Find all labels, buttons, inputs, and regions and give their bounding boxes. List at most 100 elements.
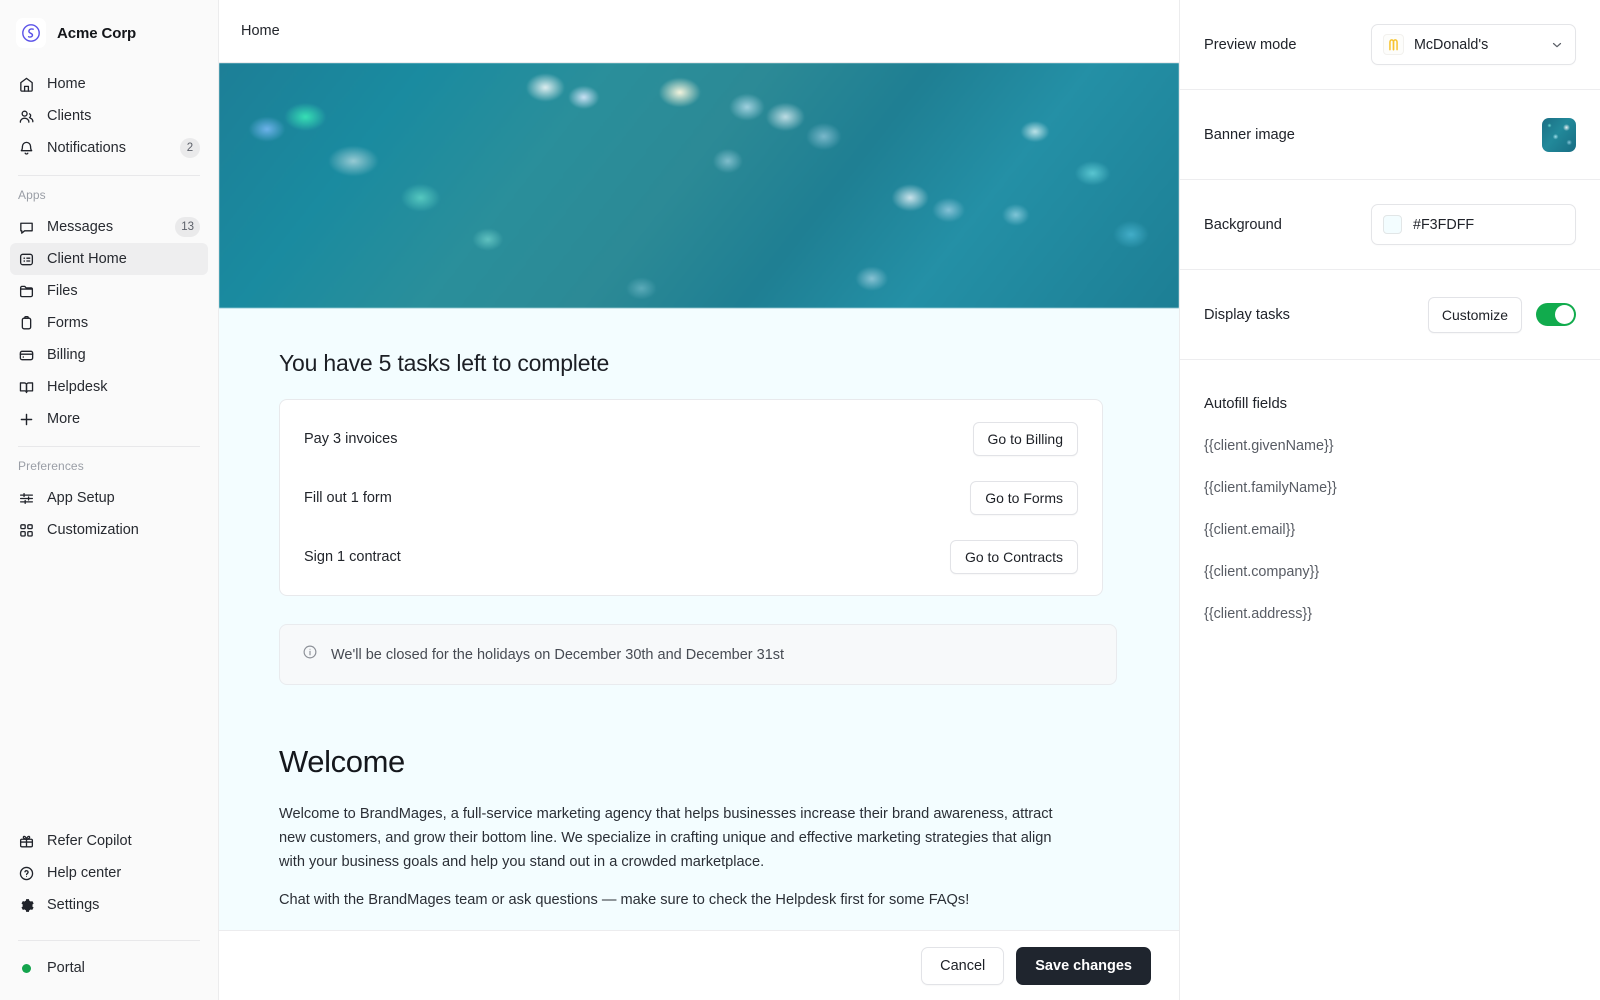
sidebar-item-label: Notifications [47, 140, 126, 156]
brand-name: Acme Corp [57, 24, 137, 42]
sidebar-item-label: App Setup [47, 490, 115, 506]
status-dot-icon [18, 960, 35, 977]
sidebar-item-help-center[interactable]: Help center [10, 857, 208, 889]
acme-logo-icon [16, 18, 46, 48]
banner-thumbnail-icon[interactable] [1542, 117, 1576, 152]
sidebar-item-label: Client Home [47, 251, 127, 267]
sidebar-item-notifications[interactable]: Notifications 2 [10, 132, 208, 164]
autofill-section: Autofill fields {{client.givenName}} {{c… [1180, 360, 1600, 622]
sidebar-item-label: Help center [47, 865, 122, 881]
bell-icon [18, 140, 35, 157]
sidebar-item-customization[interactable]: Customization [10, 514, 208, 546]
sidebar-item-files[interactable]: Files [10, 275, 208, 307]
cancel-button[interactable]: Cancel [921, 946, 1005, 985]
preview-mode-select[interactable]: McDonald's [1371, 24, 1576, 65]
mcdonalds-icon [1383, 34, 1404, 55]
sidebar-heading-preferences: Preferences [18, 459, 84, 473]
sidebar-item-helpdesk[interactable]: Helpdesk [10, 371, 208, 403]
autofill-field[interactable]: {{client.company}} [1204, 564, 1576, 580]
sidebar-item-messages[interactable]: Messages 13 [10, 211, 208, 243]
folder-icon [18, 283, 35, 300]
message-icon [18, 219, 35, 236]
notifications-badge: 2 [180, 138, 200, 158]
background-color-input[interactable]: #F3FDFF [1371, 204, 1576, 245]
display-tasks-row: Display tasks Customize [1180, 270, 1600, 360]
preview-content: You have 5 tasks left to complete Pay 3 … [219, 308, 1179, 930]
task-label: Fill out 1 form [304, 489, 392, 506]
tasks-card: Pay 3 invoices Go to Billing Fill out 1 … [279, 399, 1103, 596]
sidebar-item-billing[interactable]: Billing [10, 339, 208, 371]
sidebar-divider-2 [18, 446, 200, 447]
sidebar-item-portal[interactable]: Portal [10, 952, 208, 984]
autofill-title: Autofill fields [1204, 396, 1288, 412]
topbar: Home [219, 0, 1179, 63]
autofill-field[interactable]: {{client.familyName}} [1204, 480, 1576, 496]
sidebar-item-home[interactable]: Home [10, 68, 208, 100]
sliders-icon [18, 490, 35, 507]
banner-image-row: Banner image [1180, 90, 1600, 180]
sidebar-item-settings[interactable]: Settings [10, 889, 208, 921]
sidebar-item-clients[interactable]: Clients [10, 100, 208, 132]
save-changes-button[interactable]: Save changes [1016, 946, 1151, 985]
task-row: Fill out 1 form Go to Forms [304, 468, 1078, 527]
go-to-billing-button[interactable]: Go to Billing [972, 421, 1078, 456]
background-row: Background #F3FDFF [1180, 180, 1600, 270]
grid-icon [18, 522, 35, 539]
app-root: Acme Corp Home Clients Notifications 2 A… [0, 0, 1600, 1000]
sidebar-heading-apps: Apps [18, 188, 46, 202]
main-area: Home You have 5 tasks left to complete P… [219, 0, 1180, 1000]
book-icon [18, 379, 35, 396]
nav-bottom: Refer Copilot Help center Settings [0, 823, 218, 929]
sidebar-item-label: Refer Copilot [47, 833, 132, 849]
task-label: Sign 1 contract [304, 548, 401, 565]
autofill-field[interactable]: {{client.givenName}} [1204, 438, 1576, 454]
credit-card-icon [18, 347, 35, 364]
sidebar-item-label: Clients [47, 108, 92, 124]
sidebar-item-label: Helpdesk [47, 379, 108, 395]
sidebar-item-refer-copilot[interactable]: Refer Copilot [10, 825, 208, 857]
go-to-contracts-button[interactable]: Go to Contracts [949, 539, 1078, 574]
brand[interactable]: Acme Corp [0, 0, 218, 66]
sidebar-item-more[interactable]: More [10, 403, 208, 435]
chevron-down-icon [1550, 38, 1564, 52]
breadcrumb: Home [241, 23, 280, 39]
sidebar-item-label: Settings [47, 897, 100, 913]
sidebar-item-label: Home [47, 76, 86, 92]
welcome-paragraph: Chat with the BrandMages team or ask que… [279, 892, 970, 908]
gear-icon [18, 897, 35, 914]
settings-panel: Preview mode McDonald's Banner image Bac… [1180, 0, 1600, 1000]
nav-primary: Home Clients Notifications 2 [0, 66, 218, 164]
go-to-forms-button[interactable]: Go to Forms [970, 480, 1078, 515]
gift-icon [18, 833, 35, 850]
tasks-title: You have 5 tasks left to complete [279, 350, 610, 376]
sidebar-divider-3 [18, 940, 200, 941]
users-icon [18, 108, 35, 125]
sidebar: Acme Corp Home Clients Notifications 2 A… [0, 0, 219, 1000]
task-row: Sign 1 contract Go to Contracts [304, 527, 1078, 586]
preview-mode-value: McDonald's [1414, 36, 1489, 53]
autofill-field[interactable]: {{client.email}} [1204, 522, 1576, 538]
display-tasks-label: Display tasks [1204, 306, 1290, 323]
clipboard-icon [18, 315, 35, 332]
nav-preferences: App Setup Customization [0, 480, 218, 546]
preview-mode-label: Preview mode [1204, 36, 1297, 53]
messages-badge: 13 [175, 217, 200, 237]
customize-button[interactable]: Customize [1427, 296, 1522, 333]
sidebar-divider-1 [18, 175, 200, 176]
sidebar-item-app-setup[interactable]: App Setup [10, 482, 208, 514]
preview-mode-row: Preview mode McDonald's [1180, 0, 1600, 90]
sidebar-item-label: More [47, 411, 81, 427]
autofill-field[interactable]: {{client.address}} [1204, 606, 1576, 622]
plus-icon [18, 411, 35, 428]
sidebar-item-client-home[interactable]: Client Home [10, 243, 208, 275]
banner-bokeh-image[interactable] [219, 63, 1179, 308]
display-tasks-toggle[interactable] [1536, 303, 1576, 326]
preview-canvas: You have 5 tasks left to complete Pay 3 … [219, 63, 1179, 930]
sidebar-item-forms[interactable]: Forms [10, 307, 208, 339]
nav-apps: Messages 13 Client Home Files Forms Bill… [0, 209, 218, 435]
help-circle-icon [18, 865, 35, 882]
action-bar: Cancel Save changes [219, 930, 1179, 1000]
task-label: Pay 3 invoices [304, 430, 398, 447]
sidebar-item-label: Messages [47, 219, 114, 235]
